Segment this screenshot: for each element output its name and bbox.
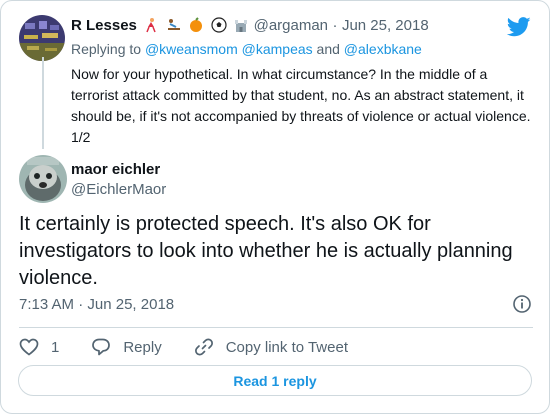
- main-author-name[interactable]: maor eichler: [71, 161, 160, 178]
- timestamp-separator: ·: [78, 296, 84, 313]
- mention-kampeas[interactable]: @kampeas: [242, 41, 313, 57]
- main-author-avatar[interactable]: [19, 155, 67, 203]
- thread-connector-line: [42, 57, 44, 149]
- mentions-conjunction: and: [316, 41, 340, 57]
- main-author-handle[interactable]: @EichlerMaor: [71, 181, 166, 198]
- main-tweet-text: It certainly is protected speech. It's a…: [19, 213, 513, 289]
- parent-author-name[interactable]: R Lesses: [71, 17, 137, 34]
- tweet-embed-card: R Lesses @argaman · Jun 25, 2018 Replyin…: [0, 0, 550, 414]
- mention-kweansmom[interactable]: @kweansmom: [145, 41, 238, 57]
- copy-link-label: Copy link to Tweet: [225, 338, 348, 356]
- heart-icon: [19, 338, 39, 356]
- read-replies-label: Read 1 reply: [233, 372, 317, 389]
- read-replies-button[interactable]: Read 1 reply: [18, 365, 532, 396]
- parent-tweet-date[interactable]: Jun 25, 2018: [342, 17, 429, 34]
- parent-author-handle[interactable]: @argaman: [254, 17, 328, 34]
- link-icon: [194, 338, 213, 356]
- tweet-actions: 1 Reply Copy link to Tweet: [19, 337, 380, 357]
- castle-emoji: [233, 17, 249, 38]
- tweet-time: 7:13 AM: [19, 296, 75, 313]
- orange-emoji: [188, 17, 204, 38]
- info-icon[interactable]: [512, 294, 532, 319]
- like-count: 1: [51, 338, 60, 356]
- twitter-bird-icon[interactable]: [506, 17, 531, 42]
- copy-link-button[interactable]: Copy link to Tweet: [194, 337, 348, 357]
- sledding-emoji: [166, 17, 182, 38]
- parent-tweet-header: R Lesses @argaman · Jun 25, 2018: [71, 17, 429, 38]
- header-separator: ·: [332, 17, 338, 34]
- like-button[interactable]: 1: [19, 338, 59, 356]
- parent-author-avatar[interactable]: [19, 15, 65, 61]
- action-divider: [19, 327, 533, 328]
- reply-icon: [92, 338, 111, 356]
- reply-button[interactable]: Reply: [91, 337, 162, 357]
- tweet-timestamp[interactable]: 7:13 AM · Jun 25, 2018: [19, 296, 174, 313]
- parent-tweet-text: Now for your hypothetical. In what circu…: [71, 66, 531, 145]
- replying-to-label: Replying to: [71, 41, 142, 57]
- soccer-ball-emoji: [211, 17, 227, 38]
- dancer-emoji: [143, 17, 159, 38]
- tweet-date: Jun 25, 2018: [87, 296, 175, 313]
- reply-label: Reply: [123, 338, 162, 356]
- mention-alexbkane[interactable]: @alexbkane: [344, 41, 422, 57]
- replying-to-line: Replying to @kweansmom @kampeas and @ale…: [71, 41, 422, 57]
